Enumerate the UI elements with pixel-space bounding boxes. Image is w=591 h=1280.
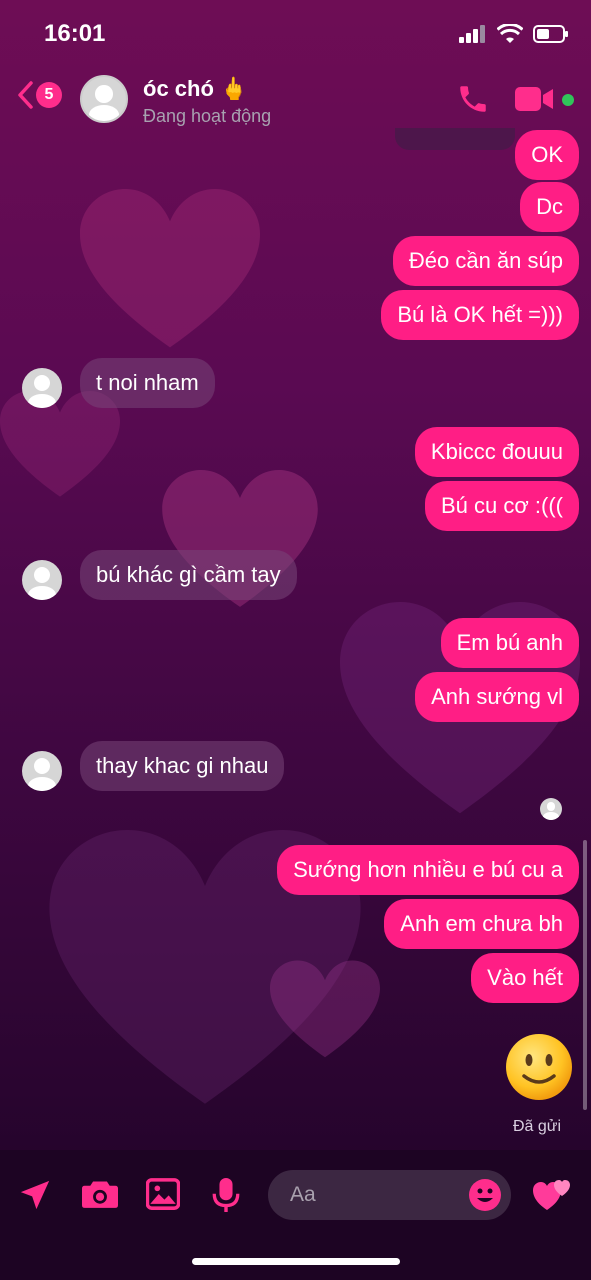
message-bubble-outgoing[interactable]: Sướng hơn nhiều e bú cu a (277, 845, 579, 895)
status-icons (459, 24, 569, 44)
message-bubble-outgoing[interactable]: Em bú anh (440, 618, 579, 668)
location-arrow-icon[interactable] (18, 1178, 52, 1212)
message-input[interactable] (290, 1182, 460, 1208)
video-call-icon[interactable] (515, 86, 555, 112)
status-time: 16:01 (44, 20, 106, 47)
background-heart (270, 960, 380, 1058)
message-bubble-outgoing[interactable]: Dc (520, 182, 579, 232)
cellular-signal-icon (459, 25, 485, 43)
message-bubble-incoming[interactable]: thay khac gi nhau (80, 741, 285, 791)
two-hearts-icon[interactable] (532, 1174, 572, 1214)
message-bubble-outgoing[interactable]: OK (515, 130, 579, 180)
emoji-icon[interactable] (468, 1178, 502, 1212)
message-bubble-incoming[interactable]: t noi nham (80, 358, 215, 408)
back-button[interactable]: 5 (16, 80, 62, 110)
chat-header: 5 óc chó 🖕 Đang hoạt động (0, 66, 591, 134)
message-bubble-outgoing[interactable]: Đéo cần ăn súp (392, 236, 579, 286)
gallery-icon[interactable] (146, 1178, 180, 1210)
slightly-smiling-face-icon[interactable] (504, 1032, 574, 1102)
message-sent-status: Đã gửi (512, 1118, 561, 1135)
seen-receipt-avatar (540, 798, 562, 820)
chevron-left-icon (18, 81, 33, 109)
message-bubble-outgoing[interactable]: Vào hết (471, 953, 579, 1003)
contact-avatar[interactable] (80, 75, 128, 123)
background-heart (80, 189, 260, 348)
message-bubble-outgoing[interactable]: Anh em chưa bh (384, 899, 579, 949)
scrollbar[interactable] (583, 840, 587, 1110)
message-composer[interactable] (268, 1170, 511, 1220)
sender-avatar[interactable] (22, 368, 62, 408)
contact-name[interactable]: óc chó 🖕 (143, 76, 247, 102)
message-bubble-incoming[interactable]: bú khác gì cầm tay (80, 550, 297, 600)
camera-icon[interactable] (82, 1178, 118, 1210)
message-bubble-outgoing[interactable]: Bú cu cơ :((( (425, 481, 579, 531)
message-bubble-outgoing[interactable]: Kbiccc đouuu (414, 427, 579, 477)
sender-avatar[interactable] (22, 751, 62, 791)
message-bubble-outgoing[interactable]: Bú là OK hết =))) (381, 290, 579, 340)
home-indicator[interactable] (192, 1258, 400, 1265)
contact-status: Đang hoạt động (143, 106, 272, 126)
online-indicator (562, 94, 574, 106)
microphone-icon[interactable] (212, 1178, 240, 1212)
status-bar: 16:01 (0, 0, 591, 66)
message-bubble-outgoing[interactable]: Anh sướng vl (415, 672, 579, 722)
unread-count-badge: 5 (36, 82, 62, 108)
wifi-icon (497, 24, 523, 43)
battery-icon (533, 25, 568, 43)
sender-avatar[interactable] (22, 560, 62, 600)
phone-call-icon[interactable] (456, 82, 490, 116)
